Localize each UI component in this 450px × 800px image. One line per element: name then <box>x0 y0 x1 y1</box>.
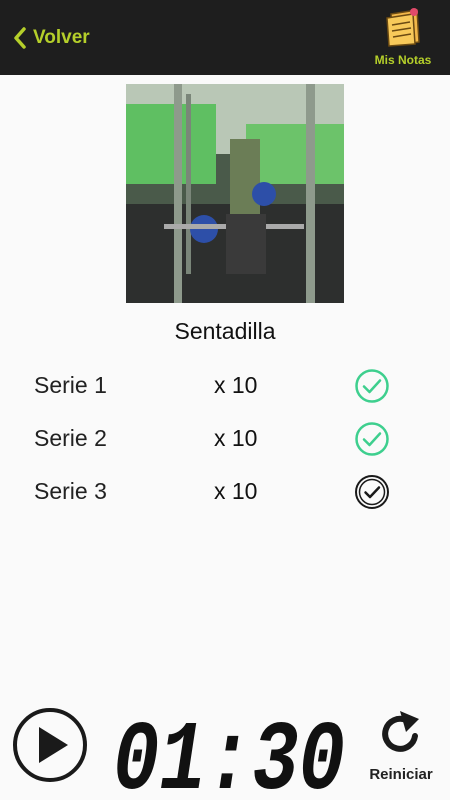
set-check-button[interactable] <box>354 421 390 457</box>
notepad-icon <box>386 8 420 47</box>
set-label: Serie 2 <box>34 425 107 451</box>
check-circle-icon <box>355 369 389 403</box>
chevron-left-icon <box>14 27 26 49</box>
check-circle-icon <box>355 422 389 456</box>
notes-button[interactable]: Mis Notas <box>370 6 436 70</box>
reset-button[interactable]: Reiniciar <box>362 708 440 788</box>
set-label: Serie 1 <box>34 372 107 398</box>
set-check-button[interactable] <box>354 368 390 404</box>
set-row: Serie 2 x 10 <box>0 419 450 459</box>
back-label: Volver <box>33 27 90 48</box>
timer-display: 01:30 <box>113 707 345 796</box>
notes-label: Mis Notas <box>374 53 432 67</box>
check-circle-outline-icon <box>355 475 389 509</box>
countdown-timer: 01:30 <box>110 700 348 796</box>
set-check-button[interactable] <box>354 474 390 510</box>
set-row: Serie 3 x 10 <box>0 472 450 512</box>
top-bar: Volver Mis Notas <box>0 0 450 75</box>
set-reps: x 10 <box>214 425 258 451</box>
exercise-title: Sentadilla <box>174 318 276 344</box>
reset-label: Reiniciar <box>369 766 433 783</box>
back-button[interactable]: Volver <box>12 24 90 52</box>
refresh-icon <box>382 711 419 752</box>
set-row: Serie 1 x 10 <box>0 366 450 406</box>
exercise-photo <box>126 84 344 303</box>
play-icon <box>13 708 87 782</box>
set-reps: x 10 <box>214 372 258 398</box>
svg-text:01:30: 01:30 <box>113 707 345 796</box>
set-reps: x 10 <box>214 478 258 504</box>
play-button[interactable] <box>12 707 88 783</box>
set-label: Serie 3 <box>34 478 107 504</box>
